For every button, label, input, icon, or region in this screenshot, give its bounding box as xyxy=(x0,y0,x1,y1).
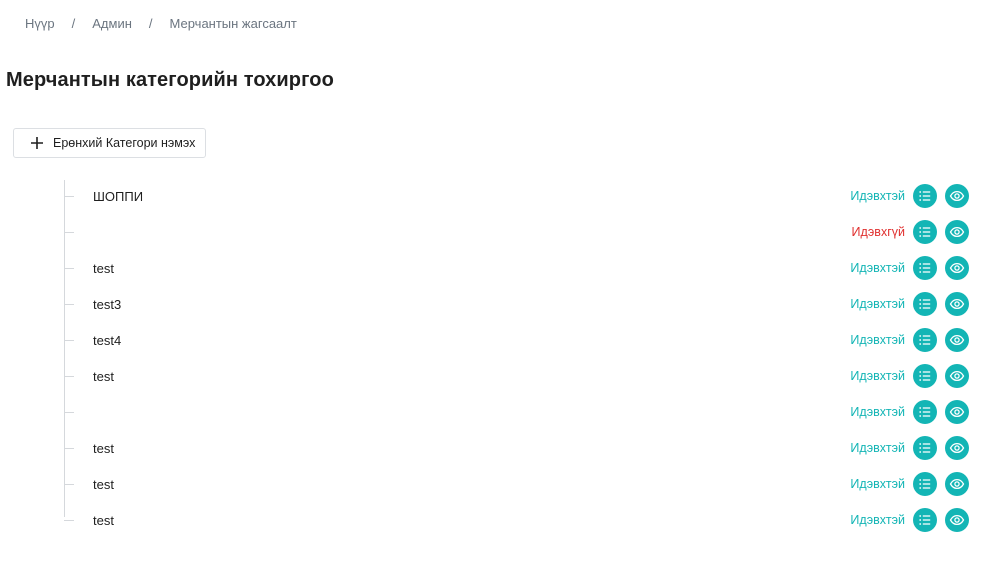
category-status: Идэвхтэй xyxy=(850,261,905,275)
add-category-button[interactable]: Ерөнхий Категори нэмэх xyxy=(13,128,206,158)
category-row: test Идэвхтэй xyxy=(64,470,969,498)
view-button[interactable] xyxy=(945,472,969,496)
view-button[interactable] xyxy=(945,292,969,316)
tree-branch-line xyxy=(64,196,74,197)
tree-branch-line xyxy=(64,268,74,269)
category-status: Идэвхгүй xyxy=(851,225,905,239)
eye-icon xyxy=(949,370,965,382)
breadcrumb-separator: / xyxy=(148,16,153,31)
category-name: test3 xyxy=(93,297,122,312)
category-status: Идэвхтэй xyxy=(850,369,905,383)
category-row: Идэвхгүй xyxy=(64,218,969,246)
category-name: ШОППИ xyxy=(93,189,144,204)
breadcrumb-separator: / xyxy=(71,16,76,31)
eye-icon xyxy=(949,442,965,454)
view-button[interactable] xyxy=(945,328,969,352)
category-status: Идэвхтэй xyxy=(850,297,905,311)
category-name: test xyxy=(93,513,114,528)
category-status: Идэвхтэй xyxy=(850,333,905,347)
list-button[interactable] xyxy=(913,256,937,280)
eye-icon xyxy=(949,298,965,310)
category-row: test Идэвхтэй xyxy=(64,434,969,462)
view-button[interactable] xyxy=(945,436,969,460)
category-name: test xyxy=(93,369,114,384)
list-button[interactable] xyxy=(913,472,937,496)
list-button[interactable] xyxy=(913,400,937,424)
category-status: Идэвхтэй xyxy=(850,477,905,491)
list-icon xyxy=(919,479,931,489)
list-icon xyxy=(919,191,931,201)
category-row: test Идэвхтэй xyxy=(64,254,969,282)
eye-icon xyxy=(949,478,965,490)
view-button[interactable] xyxy=(945,256,969,280)
plus-icon xyxy=(31,137,43,149)
tree-branch-line xyxy=(64,484,74,485)
category-name: test xyxy=(93,441,114,456)
list-button[interactable] xyxy=(913,184,937,208)
category-status: Идэвхтэй xyxy=(850,189,905,203)
category-row: test Идэвхтэй xyxy=(64,506,969,534)
eye-icon xyxy=(949,406,965,418)
breadcrumb-item-home[interactable]: Нүүр xyxy=(25,16,55,31)
tree-branch-line xyxy=(64,412,74,413)
category-name: test xyxy=(93,261,114,276)
category-row: ШОППИ Идэвхтэй xyxy=(64,182,969,210)
view-button[interactable] xyxy=(945,184,969,208)
list-button[interactable] xyxy=(913,328,937,352)
list-icon xyxy=(919,227,931,237)
list-icon xyxy=(919,407,931,417)
list-icon xyxy=(919,263,931,273)
eye-icon xyxy=(949,334,965,346)
breadcrumb-item-merchant-list[interactable]: Мерчантын жагсаалт xyxy=(170,16,297,31)
add-category-label: Ерөнхий Категори нэмэх xyxy=(53,136,196,150)
eye-icon xyxy=(949,226,965,238)
category-name: test4 xyxy=(93,333,122,348)
tree-branch-line xyxy=(64,376,74,377)
tree-branch-line xyxy=(64,232,74,233)
eye-icon xyxy=(949,262,965,274)
view-button[interactable] xyxy=(945,400,969,424)
tree-branch-line xyxy=(64,448,74,449)
category-status: Идэвхтэй xyxy=(850,405,905,419)
page-title: Мерчантын категорийн тохиргоо xyxy=(6,69,334,91)
list-icon xyxy=(919,335,931,345)
category-status: Идэвхтэй xyxy=(850,441,905,455)
list-icon xyxy=(919,515,931,525)
tree-branch-line xyxy=(64,304,74,305)
eye-icon xyxy=(949,514,965,526)
category-row: test3 Идэвхтэй xyxy=(64,290,969,318)
category-row: test4 Идэвхтэй xyxy=(64,326,969,354)
list-button[interactable] xyxy=(913,508,937,532)
view-button[interactable] xyxy=(945,364,969,388)
tree-branch-line xyxy=(64,520,74,521)
view-button[interactable] xyxy=(945,508,969,532)
category-status: Идэвхтэй xyxy=(850,513,905,527)
list-button[interactable] xyxy=(913,436,937,460)
list-button[interactable] xyxy=(913,220,937,244)
list-icon xyxy=(919,299,931,309)
list-icon xyxy=(919,371,931,381)
category-name: test xyxy=(93,477,114,492)
breadcrumb: Нүүр / Админ / Мерчантын жагсаалт xyxy=(25,16,297,31)
list-button[interactable] xyxy=(913,292,937,316)
list-button[interactable] xyxy=(913,364,937,388)
eye-icon xyxy=(949,190,965,202)
tree-branch-line xyxy=(64,340,74,341)
list-icon xyxy=(919,443,931,453)
view-button[interactable] xyxy=(945,220,969,244)
breadcrumb-item-admin[interactable]: Админ xyxy=(92,16,132,31)
category-row: Идэвхтэй xyxy=(64,398,969,426)
category-row: test Идэвхтэй xyxy=(64,362,969,390)
